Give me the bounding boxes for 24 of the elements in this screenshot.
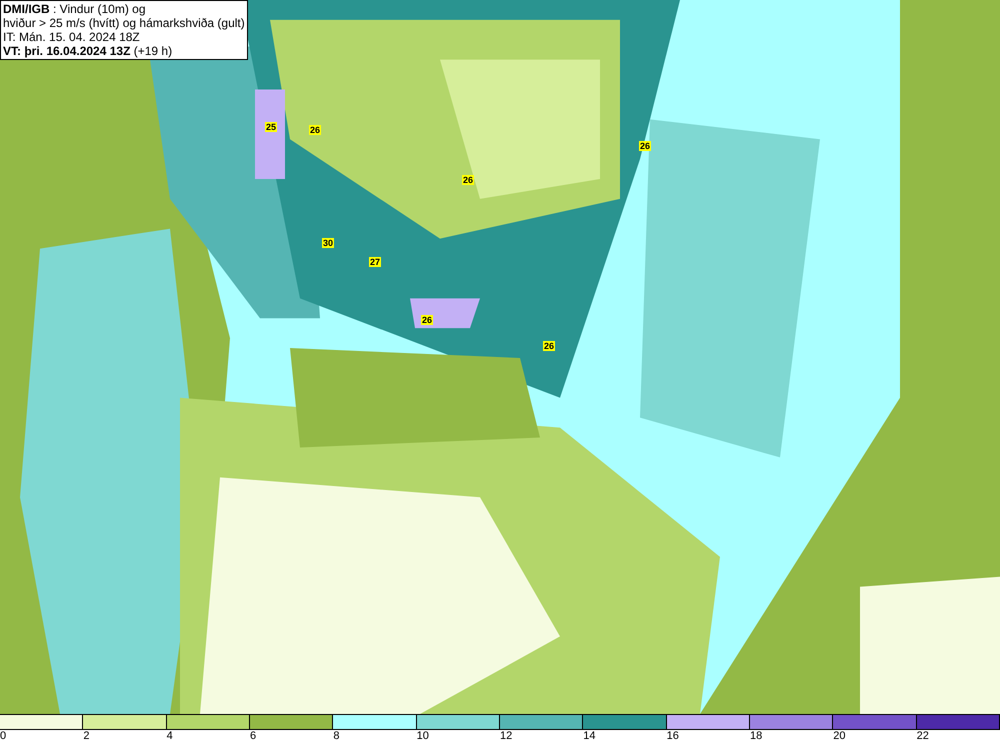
gust-label: 27	[369, 257, 381, 267]
legend-tick-label: 8	[333, 730, 340, 743]
gust-label: 26	[421, 315, 433, 325]
gust-label: 26	[639, 141, 651, 151]
legend-tick-label: 22	[916, 730, 929, 743]
title-line: hviður > 25 m/s (hvítt) og hámarkshviða (gult)	[3, 16, 245, 30]
gust-label: 26	[543, 341, 555, 351]
title-line: IT: Mán. 15. 04. 2024 18Z	[3, 30, 141, 44]
legend-tick-label: 18	[750, 730, 762, 743]
legend-tick-label: 6	[250, 730, 256, 743]
legend-tick-label: 14	[583, 730, 596, 743]
legend-tick-label: 2	[83, 730, 90, 743]
gust-label: 26	[462, 175, 474, 185]
legend-tick-label: 4	[166, 730, 173, 743]
legend-tick-label: 0	[0, 730, 6, 743]
gust-label: 30	[322, 238, 334, 248]
legend-tick-label: 12	[500, 730, 512, 743]
legend-tick-label: 20	[833, 730, 846, 743]
legend-tick-label: 16	[666, 730, 679, 743]
gust-label: 25	[265, 122, 277, 132]
title-line: VT: þri. 16.04.2024 13Z (+19 h)	[3, 44, 174, 58]
title-line: DMI/IGB : Vindur (10m) og	[3, 2, 146, 16]
legend-tick-label: 10	[416, 730, 429, 743]
gust-label: 26	[309, 125, 321, 135]
